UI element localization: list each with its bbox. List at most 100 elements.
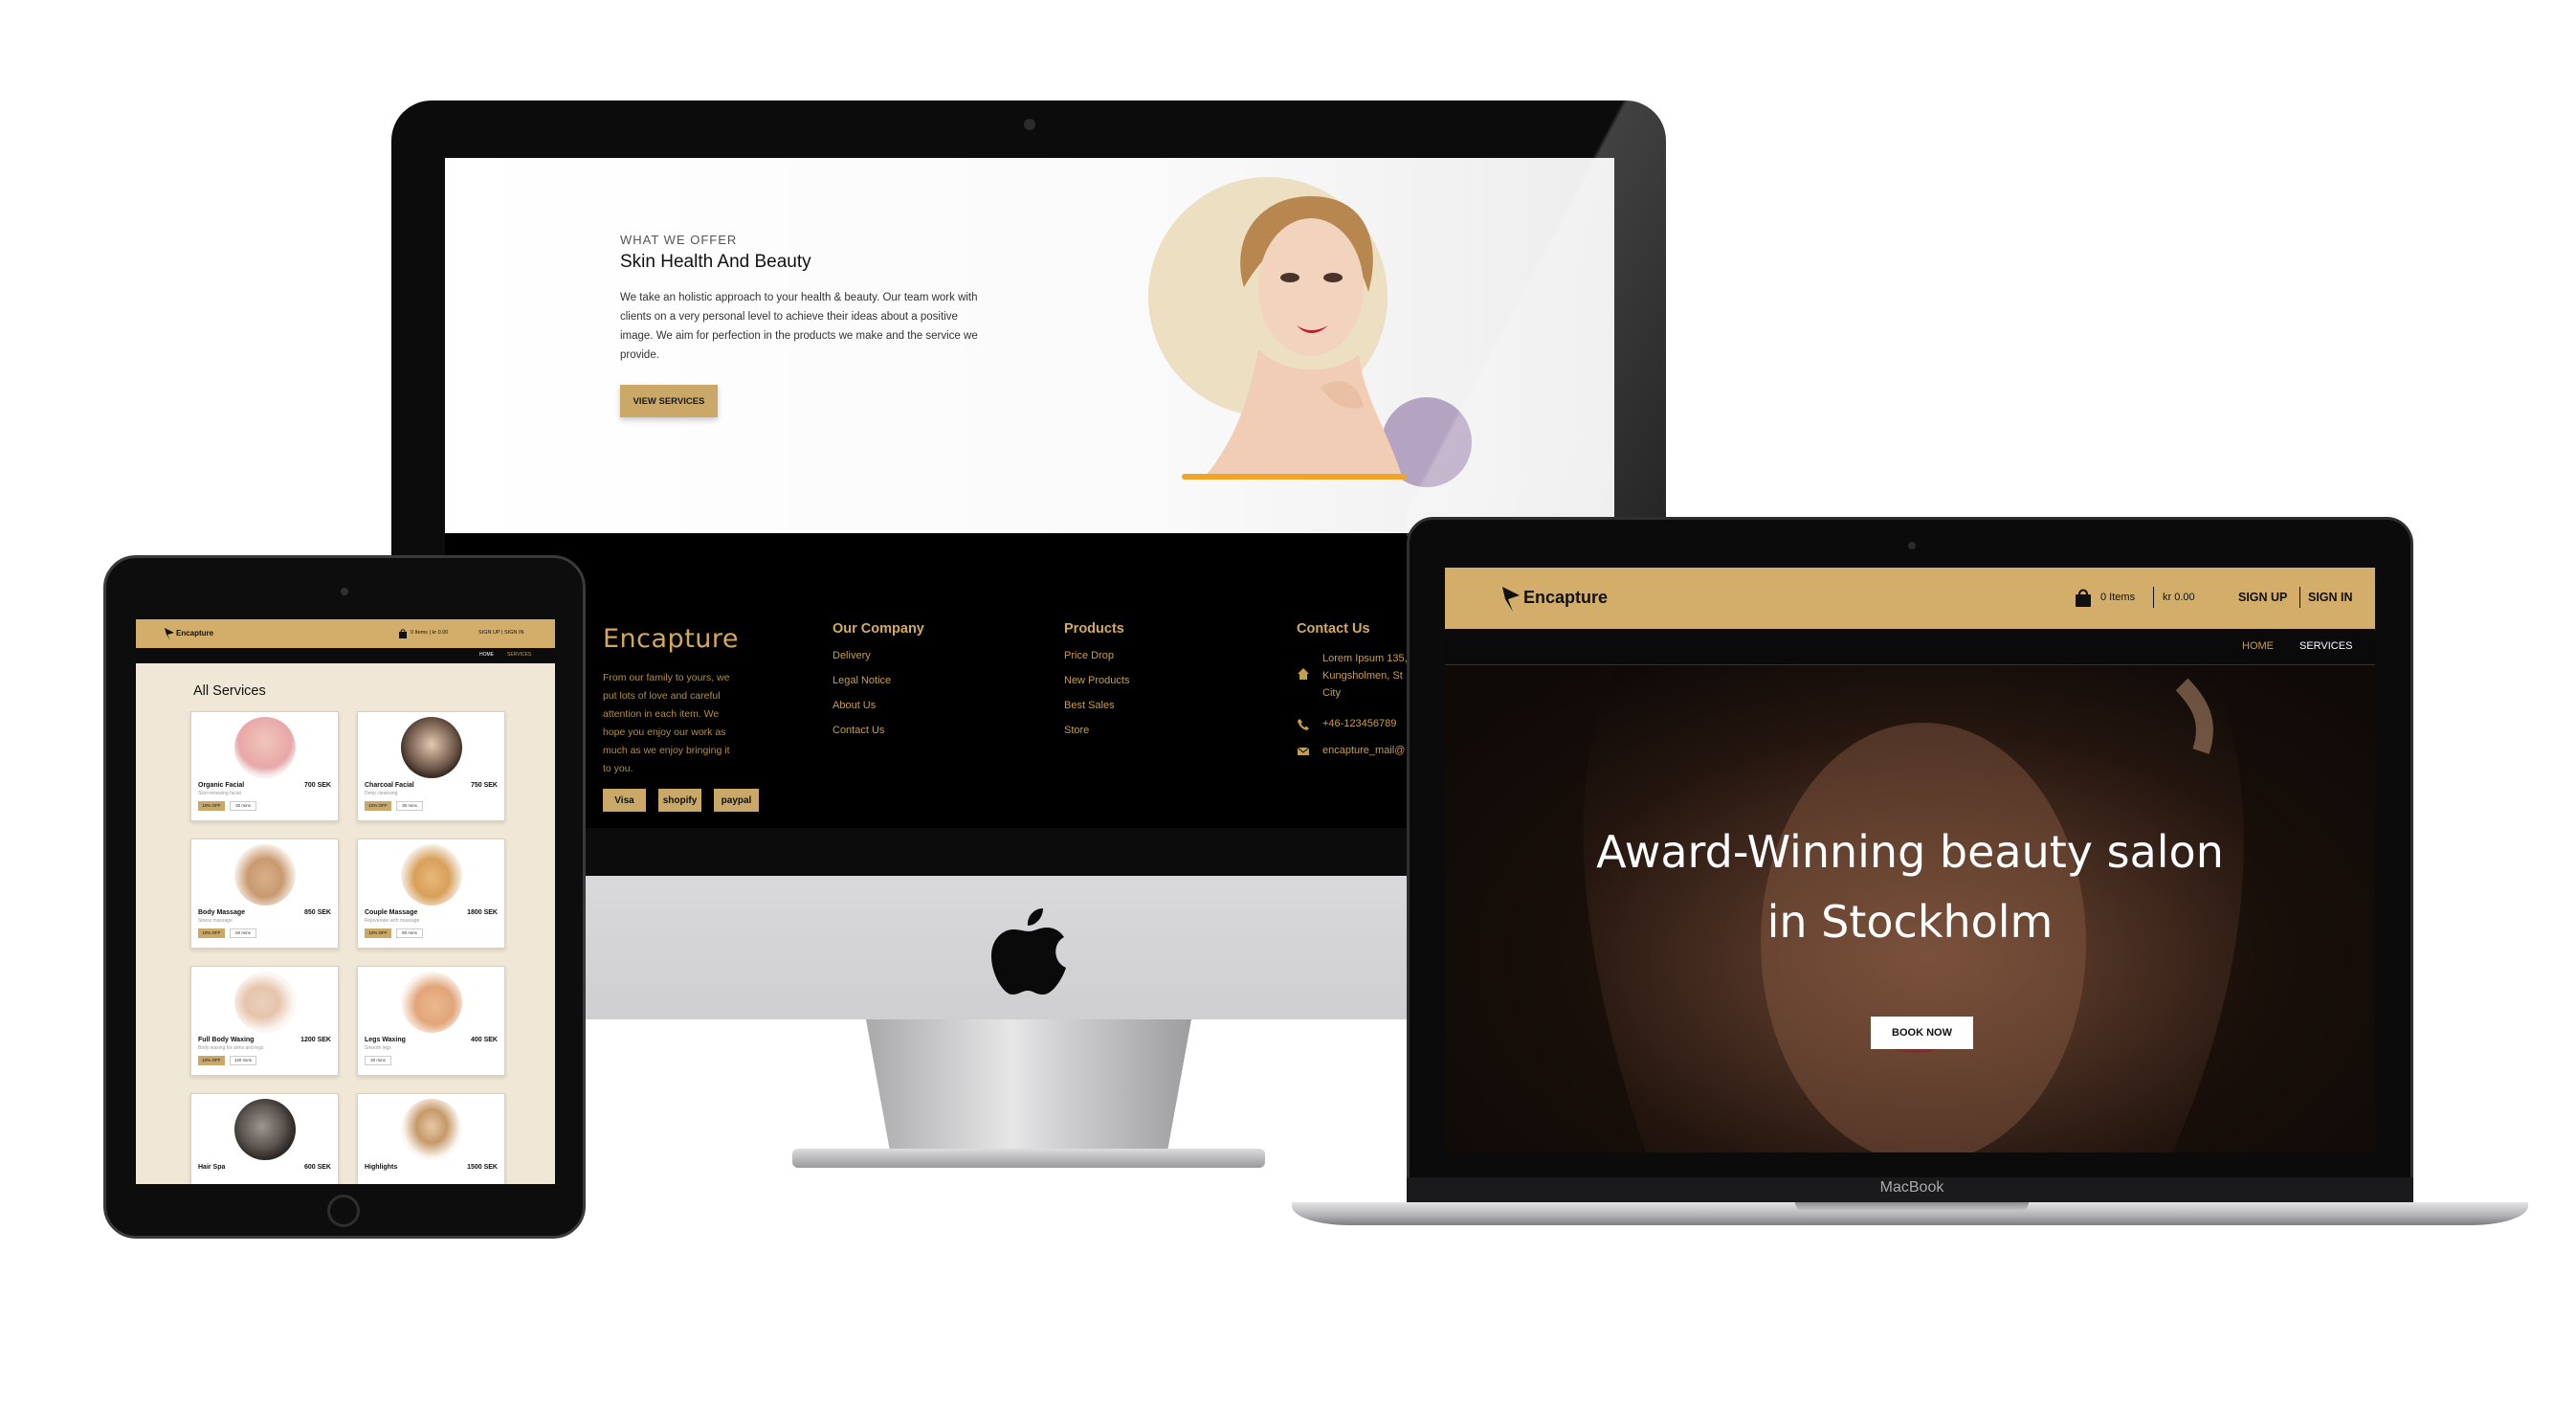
cart-items-count[interactable]: 0 Items <box>2100 592 2135 603</box>
macbook-screen: Encapture 0 Items kr 0.00 SIGN UP SIGN I… <box>1445 568 2375 1152</box>
footer-link-legal-notice[interactable]: Legal Notice <box>833 675 891 686</box>
service-name: Body Massage <box>198 909 246 916</box>
footer-phone: +46-123456789 <box>1322 718 1397 729</box>
hero-title-line-1: Award-Winning beauty salon <box>1596 826 2224 878</box>
footer-link-price-drop[interactable]: Price Drop <box>1064 650 1114 661</box>
service-card[interactable]: Legs Waxing 400 SEK Smooth legs 30 mins <box>357 966 505 1076</box>
service-name: Highlights <box>365 1164 398 1171</box>
ipad-header: Encapture 0 Items | kr 0.00 SIGN UP | SI… <box>136 619 555 648</box>
ipad-brand[interactable]: Encapture <box>176 629 213 637</box>
ipad-home-button <box>327 1195 360 1227</box>
services-page-title: All Services <box>193 683 266 699</box>
offer-text: We take an holistic approach to your hea… <box>620 292 978 361</box>
service-card[interactable]: Full Body Waxing 1200 SEK Body waxing fo… <box>190 966 339 1076</box>
service-price: 850 SEK <box>303 909 331 916</box>
brand-logo-icon <box>1502 587 1520 612</box>
service-image <box>234 1099 296 1160</box>
sign-in-link[interactable]: SIGN IN <box>2308 591 2353 604</box>
cart-bag-icon[interactable] <box>2076 589 2091 607</box>
service-price: 700 SEK <box>303 782 331 789</box>
service-card[interactable]: Organic Facial 700 SEK Skin-renewing fac… <box>190 711 339 821</box>
service-image <box>401 844 462 906</box>
imac-stand <box>866 1019 1191 1163</box>
paypal-badge: paypal <box>714 789 759 812</box>
cart-bag-icon[interactable] <box>399 629 407 638</box>
service-card[interactable]: Hair Spa 600 SEK <box>190 1093 339 1184</box>
duration-tag: 120 mins <box>230 1056 256 1065</box>
footer-link-about-us[interactable]: About Us <box>833 700 876 711</box>
ipad-camera <box>341 588 348 595</box>
service-price: 400 SEK <box>470 1037 498 1043</box>
decor-underline <box>1182 474 1407 480</box>
footer-brand: Encapture <box>603 624 740 654</box>
footer-link-contact-us[interactable]: Contact Us <box>833 725 884 736</box>
book-now-button[interactable]: BOOK NOW <box>1871 1017 1973 1049</box>
service-image <box>401 972 462 1033</box>
footer-contact-title: Contact Us <box>1297 621 1370 637</box>
hero-title: Award-Winning beauty salon in Stockholm <box>1445 817 2375 957</box>
imac-camera <box>1024 119 1035 130</box>
footer-company-title: Our Company <box>833 621 924 637</box>
view-services-button[interactable]: VIEW SERVICES <box>620 385 718 417</box>
duration-tag: 30 mins <box>396 801 423 811</box>
service-desc: Body waxing for arms and legs <box>198 1045 264 1051</box>
nav-services[interactable]: SERVICES <box>2299 640 2352 652</box>
service-price: 1500 SEK <box>467 1164 498 1171</box>
footer-link-new-products[interactable]: New Products <box>1064 675 1129 686</box>
discount-tag: 10% OFF <box>365 928 391 938</box>
visa-badge: Visa <box>603 789 646 812</box>
cart-total[interactable]: kr 0.00 <box>2163 592 2195 603</box>
macbook-notch <box>1795 1202 2029 1211</box>
service-card[interactable]: Highlights 1500 SEK <box>357 1093 505 1184</box>
ipad-cart-summary[interactable]: 0 Items | kr 0.00 <box>411 630 448 636</box>
duration-tag: 60 mins <box>230 928 256 938</box>
service-name: Full Body Waxing <box>198 1037 255 1043</box>
macbook-label: MacBook <box>1879 1179 1944 1196</box>
discount-tag: 10% OFF <box>198 801 225 811</box>
ipad-nav-services[interactable]: SERVICES <box>507 652 531 658</box>
ipad-auth-links[interactable]: SIGN UP | SIGN IN <box>478 630 523 636</box>
service-image <box>401 717 462 778</box>
footer-link-best-sales[interactable]: Best Sales <box>1064 700 1115 711</box>
offer-title: Skin Health And Beauty <box>620 252 811 272</box>
discount-tag: 10% OFF <box>198 1056 225 1065</box>
footer-link-delivery[interactable]: Delivery <box>833 650 871 661</box>
macbook-camera <box>1908 542 1916 549</box>
service-image <box>234 972 296 1033</box>
service-desc: Rejuvenate with massage <box>365 918 420 924</box>
apple-logo-icon <box>991 908 1066 995</box>
main-nav: HOME SERVICES <box>1445 629 2375 665</box>
service-card[interactable]: Charcoal Facial 750 SEK Deep cleansing 1… <box>357 711 505 821</box>
ipad-nav-home[interactable]: HOME <box>479 652 494 658</box>
site-brand[interactable]: Encapture <box>1523 588 1608 608</box>
duration-tag: 30 mins <box>230 801 256 811</box>
service-price: 600 SEK <box>303 1164 331 1171</box>
nav-home[interactable]: HOME <box>2242 640 2274 652</box>
footer-link-store[interactable]: Store <box>1064 725 1089 736</box>
service-card[interactable]: Couple Massage 1800 SEK Rejuvenate with … <box>357 839 505 949</box>
service-desc: Skin-renewing facial <box>198 791 241 796</box>
service-desc: Smooth legs <box>365 1045 391 1051</box>
header-divider <box>2299 587 2300 608</box>
hero-section: Award-Winning beauty salon in Stockholm … <box>1445 665 2375 1152</box>
footer-products-title: Products <box>1064 621 1124 637</box>
service-price: 1200 SEK <box>300 1037 331 1043</box>
service-image <box>401 1099 462 1160</box>
service-price: 750 SEK <box>470 782 498 789</box>
service-name: Legs Waxing <box>365 1037 406 1043</box>
phone-icon <box>1298 719 1309 730</box>
service-card[interactable]: Body Massage 850 SEK Stress massage 10% … <box>190 839 339 949</box>
service-name: Couple Massage <box>365 909 418 916</box>
service-desc: Stress massage <box>198 918 233 924</box>
duration-tag: 30 mins <box>365 1056 391 1065</box>
discount-tag: 10% OFF <box>365 801 391 811</box>
duration-tag: 90 mins <box>396 928 423 938</box>
sign-up-link[interactable]: SIGN UP <box>2238 591 2287 604</box>
model-portrait-image <box>1206 196 1402 476</box>
footer-address: Lorem Ipsum 135, Kungsholmen, St City <box>1322 653 1408 699</box>
service-desc: Deep cleansing <box>365 791 398 796</box>
service-image <box>234 844 296 906</box>
ipad-screen: Encapture 0 Items | kr 0.00 SIGN UP | SI… <box>136 619 555 1184</box>
imac-base <box>792 1149 1265 1168</box>
shopify-badge: shopify <box>658 789 701 812</box>
